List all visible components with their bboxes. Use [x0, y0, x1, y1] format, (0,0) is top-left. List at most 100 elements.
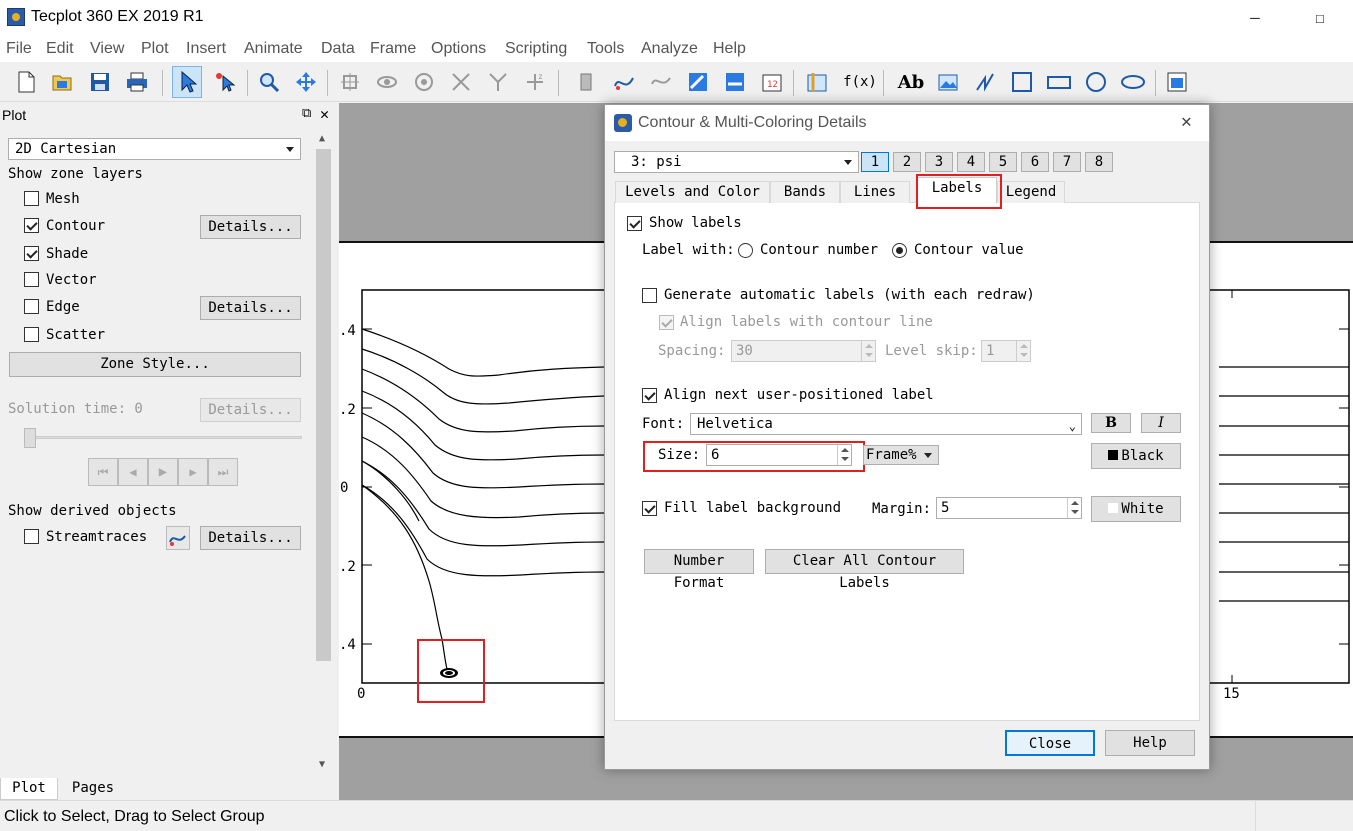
close-panel-icon[interactable]: ✕ — [320, 105, 329, 123]
group-tab-2[interactable]: 2 — [893, 152, 921, 172]
square-icon[interactable] — [1007, 66, 1037, 98]
menu-insert[interactable]: Insert — [186, 40, 226, 58]
italic-button[interactable]: I — [1141, 413, 1181, 433]
tab-bands[interactable]: Bands — [770, 181, 840, 203]
group-tab-5[interactable]: 5 — [989, 152, 1017, 172]
edge-details-button[interactable]: Details... — [200, 296, 301, 320]
save-icon[interactable] — [85, 66, 115, 98]
slice-icon[interactable] — [802, 66, 832, 98]
number-format-button[interactable]: Number Format — [644, 549, 754, 591]
group-tab-4[interactable]: 4 — [957, 152, 985, 172]
rotate-x-icon[interactable] — [446, 66, 476, 98]
background-color-button[interactable]: White — [1091, 496, 1181, 522]
menu-animate[interactable]: Animate — [244, 40, 303, 58]
tab-legend[interactable]: Legend — [997, 181, 1065, 203]
translate-icon[interactable] — [291, 66, 321, 98]
zone-style-button[interactable]: Zone Style... — [9, 352, 301, 377]
image-icon[interactable] — [933, 66, 963, 98]
print-icon[interactable] — [122, 66, 152, 98]
contour-value-radio[interactable] — [892, 243, 907, 258]
menu-help[interactable]: Help — [713, 40, 746, 58]
menu-analyze[interactable]: Analyze — [641, 40, 698, 58]
rotate-y-icon[interactable] — [483, 66, 513, 98]
last-frame-icon[interactable]: ⏭ — [208, 458, 238, 486]
rotate-spherical-icon[interactable] — [372, 66, 402, 98]
group-tab-3[interactable]: 3 — [925, 152, 953, 172]
contour-add-icon[interactable] — [683, 66, 713, 98]
adjustor-icon[interactable] — [210, 66, 240, 98]
open-icon[interactable] — [48, 66, 78, 98]
help-button[interactable]: Help — [1105, 730, 1195, 756]
menu-view[interactable]: View — [90, 40, 124, 58]
text-icon[interactable]: Ab — [896, 66, 926, 98]
maximize-button[interactable]: ☐ — [1300, 4, 1340, 32]
margin-spinner[interactable]: 5 — [936, 497, 1082, 519]
panel-scrollbar[interactable]: ▲ ▼ — [314, 129, 333, 775]
edge-checkbox[interactable] — [24, 299, 39, 314]
first-frame-icon[interactable]: ⏮ — [88, 458, 118, 486]
rotate-3d-icon[interactable] — [335, 66, 365, 98]
show-labels-checkbox[interactable] — [627, 216, 642, 231]
size-unit-dropdown[interactable]: Frame% — [863, 445, 939, 465]
rectangle-icon[interactable] — [1044, 66, 1074, 98]
close-button[interactable]: Close — [1005, 730, 1095, 756]
tab-lines[interactable]: Lines — [840, 181, 910, 203]
contour-number-radio[interactable] — [738, 243, 753, 258]
plot-type-dropdown[interactable]: 2D Cartesian — [8, 138, 301, 160]
streamtrace-rake-icon[interactable] — [646, 66, 676, 98]
bold-button[interactable]: B — [1091, 413, 1131, 433]
play-icon[interactable]: ▶ — [148, 458, 178, 486]
vector-checkbox[interactable] — [24, 272, 39, 287]
new-layout-icon[interactable] — [11, 66, 41, 98]
frame-icon[interactable] — [1162, 66, 1192, 98]
probe-icon[interactable] — [572, 66, 602, 98]
step-forward-icon[interactable]: ▶ — [178, 458, 208, 486]
mesh-checkbox[interactable] — [24, 191, 39, 206]
clear-all-contour-labels-button[interactable]: Clear All Contour Labels — [765, 549, 964, 591]
minimize-button[interactable]: — — [1235, 4, 1275, 32]
scatter-checkbox[interactable] — [24, 327, 39, 342]
solution-time-details-button[interactable]: Details... — [200, 398, 301, 422]
streamtraces-details-button[interactable]: Details... — [200, 526, 301, 550]
equation-icon[interactable]: f(x) — [843, 66, 877, 98]
group-tab-7[interactable]: 7 — [1053, 152, 1081, 172]
spacing-spinner[interactable]: 30 — [731, 340, 876, 362]
contour-label-icon[interactable]: 12 — [757, 66, 787, 98]
menu-edit[interactable]: Edit — [46, 40, 74, 58]
rotate-rollerball-icon[interactable] — [409, 66, 439, 98]
streamtrace-placement-icon[interactable] — [166, 526, 190, 550]
shade-checkbox[interactable] — [24, 246, 39, 261]
scroll-down-icon[interactable]: ▼ — [319, 759, 325, 770]
rotate-z-icon[interactable]: z — [520, 66, 550, 98]
group-tab-8[interactable]: 8 — [1085, 152, 1113, 172]
align-next-label-checkbox[interactable] — [642, 388, 657, 403]
polyline-icon[interactable] — [970, 66, 1000, 98]
contour-details-button[interactable]: Details... — [200, 215, 301, 239]
undock-icon[interactable]: ⧉ — [302, 106, 311, 121]
streamtrace-icon[interactable] — [609, 66, 639, 98]
level-skip-spinner[interactable]: 1 — [981, 340, 1031, 362]
time-slider-handle[interactable] — [24, 428, 36, 448]
tab-levels-and-color[interactable]: Levels and Color — [615, 181, 770, 203]
group-tab-1[interactable]: 1 — [861, 152, 889, 172]
size-spinner[interactable]: 6 — [706, 444, 852, 466]
menu-scripting[interactable]: Scripting — [505, 40, 567, 58]
circle-icon[interactable] — [1081, 66, 1111, 98]
fill-label-background-checkbox[interactable] — [642, 501, 657, 516]
group-tab-6[interactable]: 6 — [1021, 152, 1049, 172]
menu-options[interactable]: Options — [431, 40, 486, 58]
tab-pages[interactable]: Pages — [58, 778, 128, 800]
menu-frame[interactable]: Frame — [370, 40, 416, 58]
streamtraces-checkbox[interactable] — [24, 529, 39, 544]
select-pointer-icon[interactable] — [172, 66, 202, 98]
dialog-close-icon[interactable]: ✕ — [1181, 111, 1192, 132]
variable-dropdown[interactable]: 3: psi — [614, 151, 859, 173]
menu-plot[interactable]: Plot — [141, 40, 169, 58]
contour-remove-icon[interactable] — [720, 66, 750, 98]
contour-checkbox[interactable] — [24, 218, 39, 233]
zoom-icon[interactable] — [254, 66, 284, 98]
scroll-up-icon[interactable]: ▲ — [319, 133, 325, 144]
menu-data[interactable]: Data — [321, 40, 355, 58]
ellipse-icon[interactable] — [1118, 66, 1148, 98]
generate-auto-labels-checkbox[interactable] — [642, 288, 657, 303]
